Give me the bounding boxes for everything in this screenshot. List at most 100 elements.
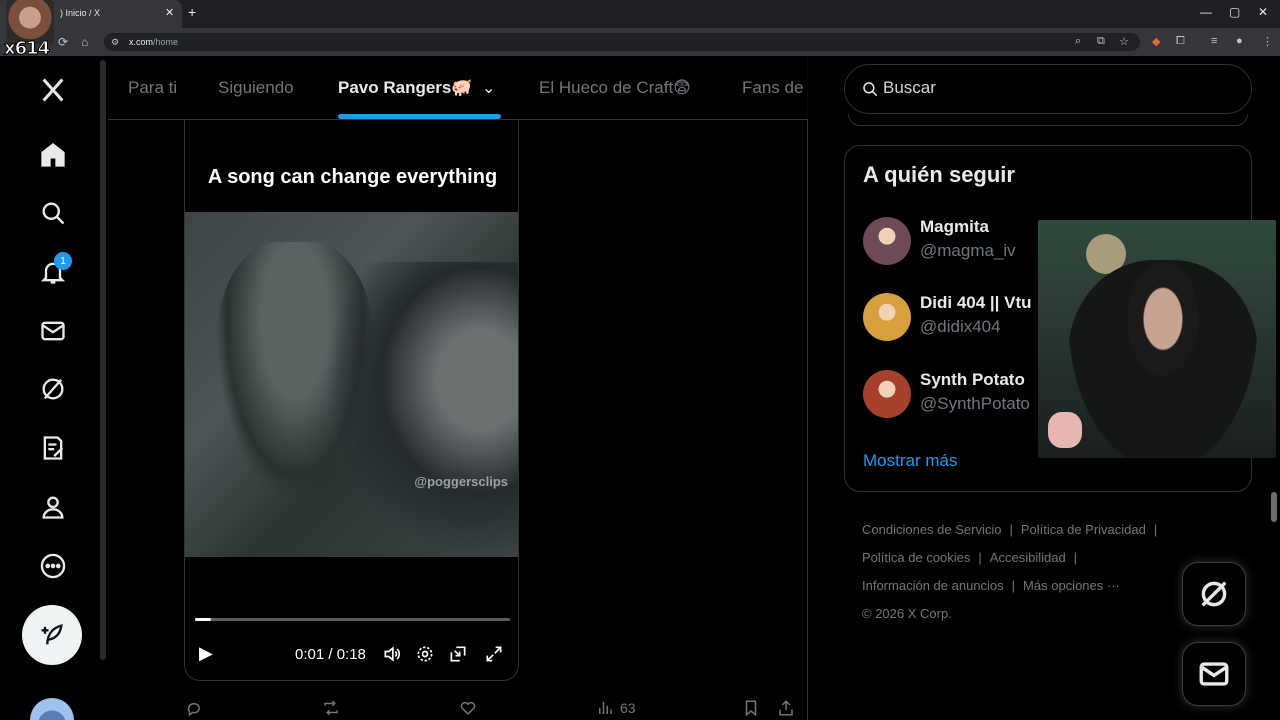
user-handle: @didix404 (920, 317, 1001, 336)
like-icon[interactable] (459, 698, 477, 718)
grok-fab[interactable] (1182, 562, 1246, 626)
url-path: /home (153, 37, 179, 47)
webcam-person (1068, 260, 1258, 458)
video-watermark: @poggersclips (414, 474, 508, 489)
page-scrollbar[interactable] (1271, 492, 1277, 522)
fullscreen-icon[interactable] (484, 644, 504, 664)
window-close-icon[interactable]: ✕ (1258, 5, 1268, 19)
search-box-icon (861, 80, 879, 98)
footer-link-privacy[interactable]: Política de Privacidad (1021, 522, 1146, 537)
footer-link-accessibility[interactable]: Accesibilidad (990, 550, 1066, 565)
volume-icon[interactable] (382, 644, 402, 664)
avatar[interactable] (863, 293, 911, 341)
video-frame[interactable]: @poggersclips (185, 212, 518, 557)
bookmark-star-icon[interactable]: ☆ (1119, 35, 1129, 48)
user-name: Magmita (920, 217, 989, 236)
tab-emoji: 🐖 (451, 78, 473, 97)
pip-icon[interactable] (448, 644, 468, 664)
search-input[interactable] (883, 78, 1223, 98)
settings-icon[interactable] (415, 644, 435, 664)
messages-fab[interactable] (1182, 642, 1246, 706)
compose-icon (41, 624, 63, 645)
compose-button[interactable] (22, 605, 82, 665)
translate-icon[interactable]: ⧉ (1097, 35, 1105, 48)
grok-icon[interactable] (36, 372, 70, 406)
extension-fox-icon[interactable]: ◆ (1152, 35, 1160, 48)
grok-icon (1201, 581, 1227, 607)
show-more-link[interactable]: Mostrar más (863, 451, 957, 471)
user-handle: @SynthPotato (920, 394, 1030, 413)
webcam-sticker (1048, 412, 1082, 448)
footer-link-cookies[interactable]: Política de cookies (862, 550, 970, 565)
maximize-icon[interactable]: ▢ (1229, 5, 1240, 19)
chevron-down-icon[interactable]: ⌄ (482, 78, 495, 98)
footer-link-terms[interactable]: Condiciones de Servicio (862, 522, 1001, 537)
reply-icon[interactable] (185, 698, 203, 718)
avatar[interactable] (863, 217, 911, 265)
footer-separator: | (1153, 522, 1158, 537)
tab-el-hueco-de-craft[interactable]: El Hueco de Craft😨 (539, 78, 691, 98)
feed-tabs: Para ti Siguiendo Pavo Rangers🐖 ⌄ El Hue… (108, 56, 808, 120)
footer-separator: | (1073, 550, 1078, 565)
footer-separator: | (1009, 522, 1013, 537)
tab-siguiendo[interactable]: Siguiendo (218, 78, 294, 98)
site-info-icon[interactable]: ⚙ (111, 37, 119, 48)
views-count: 63 (620, 700, 636, 716)
url-text[interactable]: x.com/home (129, 37, 178, 47)
share-icon[interactable] (777, 698, 795, 718)
who-to-follow-title: A quién seguir (863, 162, 1015, 187)
previous-card-edge (848, 114, 1248, 126)
tab-title: ) Inicio / X (60, 8, 101, 18)
user-handle: @magma_iv (920, 241, 1016, 260)
avatar[interactable] (863, 370, 911, 418)
account-icon[interactable]: ● (1236, 35, 1243, 47)
url-host: x.com (129, 37, 154, 47)
tab-pavo-rangers-label: Pavo Rangers (338, 78, 452, 97)
zoom-icon[interactable]: ⌕ (1075, 35, 1081, 48)
media-icon[interactable]: ≡ (1211, 35, 1217, 47)
minimize-icon[interactable]: — (1200, 5, 1212, 19)
x-logo-icon[interactable] (36, 73, 70, 107)
menu-kebab-icon[interactable]: ⋮ (1262, 35, 1273, 48)
timeline: Para ti Siguiendo Pavo Rangers🐖 ⌄ El Hue… (108, 56, 808, 720)
plus-icon[interactable]: + (188, 4, 196, 20)
video-caption: A song can change everything (207, 166, 498, 188)
repost-icon[interactable] (322, 698, 340, 718)
tab-fans-de[interactable]: Fans de (742, 78, 803, 98)
footer-links: Condiciones de Servicio | Política de Priv… (862, 516, 1182, 628)
footer-link-ads-info[interactable]: Información de anuncios (862, 578, 1004, 593)
user-name: Didi 404 || Vtu (920, 293, 1032, 312)
play-icon[interactable]: ▶ (199, 643, 213, 664)
home-icon[interactable] (36, 138, 70, 172)
notification-badge: 1 (54, 252, 72, 270)
footer-link-more-options[interactable]: Más opciones ··· (1023, 578, 1120, 593)
home-button-icon[interactable]: ⌂ (81, 35, 88, 49)
views-button[interactable]: 63 (596, 698, 636, 718)
video-time: 0:01 / 0:18 (295, 646, 366, 663)
extensions-icon[interactable]: ⧠ (1176, 35, 1185, 48)
active-tab-indicator (338, 114, 501, 119)
close-icon[interactable]: ✕ (165, 6, 174, 19)
profile-icon[interactable] (36, 490, 70, 524)
video-player[interactable]: A song can change everything @poggerscli… (184, 120, 519, 681)
messages-icon (1199, 662, 1229, 686)
reload-icon[interactable]: ⟳ (58, 35, 68, 49)
video-figure-right (325, 262, 518, 557)
footer-copyright: © 2026 X Corp. (862, 606, 952, 621)
footer-separator: | (1011, 578, 1016, 593)
more-icon[interactable] (36, 549, 70, 583)
lists-icon[interactable] (36, 431, 70, 465)
footer-separator: | (978, 550, 982, 565)
post-actions: 63 (184, 694, 796, 718)
search-box[interactable] (844, 64, 1252, 114)
video-progress-bar[interactable] (195, 618, 510, 621)
user-name: Synth Potato (920, 370, 1025, 389)
bookmark-icon[interactable] (742, 698, 760, 718)
rail-scrollbar[interactable] (100, 60, 106, 660)
tab-pavo-rangers[interactable]: Pavo Rangers🐖 (338, 78, 473, 98)
search-icon[interactable] (36, 196, 70, 230)
messages-icon[interactable] (36, 314, 70, 348)
tab-para-ti[interactable]: Para ti (128, 78, 177, 98)
address-bar[interactable] (104, 33, 1140, 51)
video-progress-fill (195, 618, 211, 621)
